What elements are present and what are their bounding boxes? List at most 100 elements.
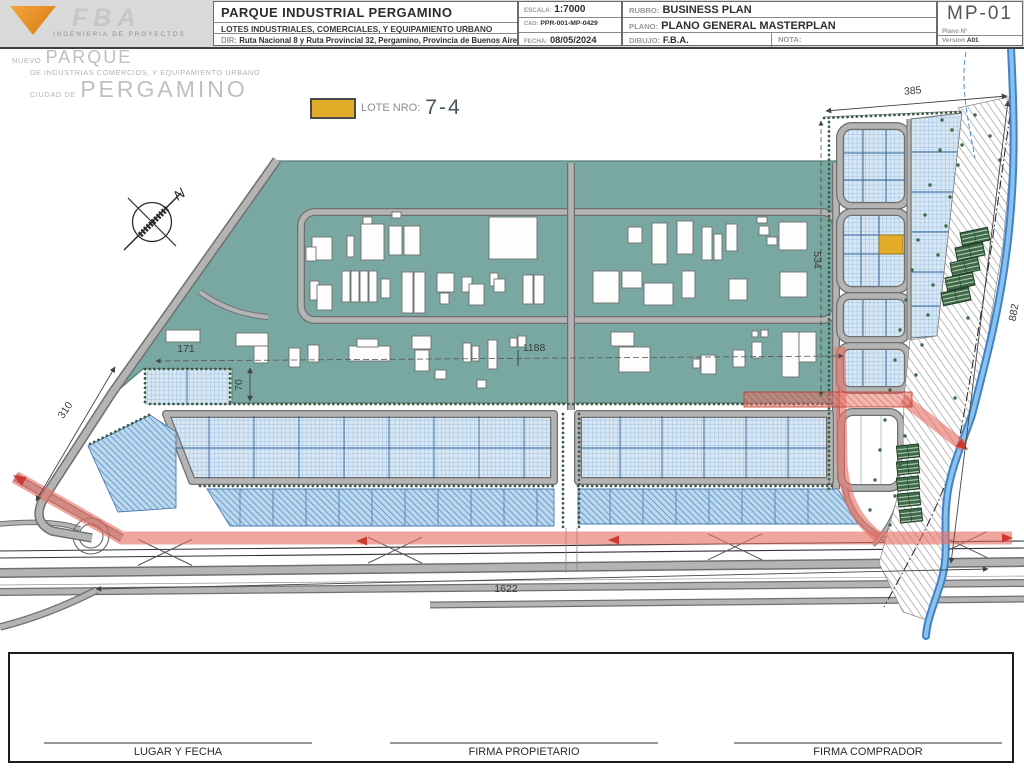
tree-dot	[873, 478, 877, 482]
building	[732, 349, 746, 368]
dim-171: 171	[177, 343, 195, 355]
tree-dot	[914, 373, 918, 377]
building	[356, 338, 379, 348]
building	[401, 271, 414, 314]
building	[380, 278, 391, 299]
signature-line	[44, 742, 312, 744]
building	[779, 271, 808, 298]
building	[681, 270, 696, 299]
building	[692, 358, 701, 369]
building	[701, 226, 713, 261]
building	[621, 270, 643, 289]
building	[643, 282, 674, 306]
building	[756, 216, 768, 224]
dim-385: 385	[903, 84, 922, 97]
green-building	[895, 459, 921, 476]
dim-70: 70	[233, 379, 245, 391]
building	[350, 270, 360, 303]
dim-534: 534	[811, 251, 823, 269]
tree-dot	[948, 195, 952, 199]
building	[700, 354, 717, 375]
building	[368, 270, 378, 303]
meta-cell: ESCALA: 1:7000 CAD: PPR-001-MP-0429 FECH…	[518, 1, 622, 46]
project-subtitle: LOTES INDUSTRIALES, COMERCIALES, Y EQUIP…	[214, 22, 517, 33]
tree-dot	[956, 163, 960, 167]
building	[760, 329, 769, 338]
dibujo-row: DIBUJO: F.B.A.	[629, 35, 689, 45]
tree-dot	[940, 118, 944, 122]
date-row: FECHA: 08/05/2024	[519, 32, 621, 47]
company-logo-icon	[10, 6, 56, 35]
building	[360, 223, 385, 261]
signature-line	[734, 742, 1002, 744]
green-building	[896, 491, 922, 508]
tree-dot	[868, 508, 872, 512]
highlighted-lot-7-4	[878, 234, 904, 255]
scale-row: ESCALA: 1:7000	[524, 4, 586, 15]
green-building	[895, 475, 921, 492]
tree-dot	[904, 298, 908, 302]
company-tagline: INGENIERIA DE PROYECTOS	[53, 31, 186, 38]
signature-label-buyer: FIRMA COMPRADOR	[813, 746, 923, 758]
tree-dot	[920, 343, 924, 347]
building	[798, 331, 817, 363]
dim-310: 310	[56, 400, 76, 421]
building	[288, 347, 301, 368]
plano-row: PLANO: PLANO GENERAL MASTERPLAN	[623, 17, 936, 32]
dim-882: 882	[1007, 303, 1022, 322]
building	[751, 341, 763, 359]
tree-dot	[923, 213, 927, 217]
building	[411, 335, 432, 350]
building	[610, 331, 635, 347]
tree-dot	[966, 316, 970, 320]
title-block: FBA INGENIERIA DE PROYECTOS PARQUE INDUS…	[0, 0, 1024, 49]
cad-row: CAD: PPR-001-MP-0429	[519, 17, 621, 32]
signature-box: LUGAR Y FECHA FIRMA PROPIETARIO FIRMA CO…	[8, 652, 1014, 763]
building	[391, 211, 402, 219]
signature-label-place-date: LUGAR Y FECHA	[133, 746, 223, 758]
building	[165, 329, 201, 343]
tree-dot	[893, 358, 897, 362]
plan-info-cell: RUBRO: BUSINESS PLAN PLANO: PLANO GENERA…	[622, 1, 937, 47]
signature-label-owner: FIRMA PROPIETARIO	[468, 746, 580, 758]
tree-dot	[903, 434, 907, 438]
industrial-area	[115, 160, 837, 404]
building	[488, 216, 538, 260]
building	[235, 332, 269, 347]
building	[713, 233, 723, 261]
green-building	[898, 507, 924, 524]
building	[436, 272, 455, 293]
sheet-code-cell: MP-01 Plano N° Version A01	[937, 1, 1023, 46]
building	[766, 236, 778, 246]
building	[403, 225, 421, 256]
building	[627, 226, 643, 244]
tree-dot	[938, 148, 942, 152]
nota-row: NOTA:	[771, 33, 936, 47]
building	[493, 278, 506, 293]
building	[758, 225, 770, 236]
building	[305, 246, 317, 262]
lot-legend-value: 7-4	[425, 96, 462, 119]
building	[778, 221, 808, 251]
company-name: FBA	[72, 4, 142, 32]
building	[476, 379, 487, 389]
sheet-number-label: Plano N°	[942, 28, 968, 35]
building	[618, 346, 651, 373]
building	[651, 222, 668, 265]
building	[468, 283, 485, 306]
building	[414, 349, 430, 372]
signature-line	[390, 742, 658, 744]
project-cell: PARQUE INDUSTRIAL PERGAMINO LOTES INDUST…	[213, 1, 518, 46]
project-address: DIR: Ruta Nacional 8 y Ruta Provincial 3…	[214, 33, 517, 45]
building	[307, 344, 320, 363]
tree-dot	[926, 313, 930, 317]
lot-legend-label: LOTE NRO:	[361, 102, 421, 114]
project-watermark: NUEVO PARQUE DE INDUSTRIAS COMERCIOS, Y …	[12, 47, 261, 103]
building	[388, 225, 403, 256]
tree-dot	[936, 253, 940, 257]
building	[522, 274, 534, 305]
building	[725, 223, 738, 252]
building	[781, 331, 800, 378]
tree-dot	[916, 238, 920, 242]
building	[439, 292, 450, 305]
